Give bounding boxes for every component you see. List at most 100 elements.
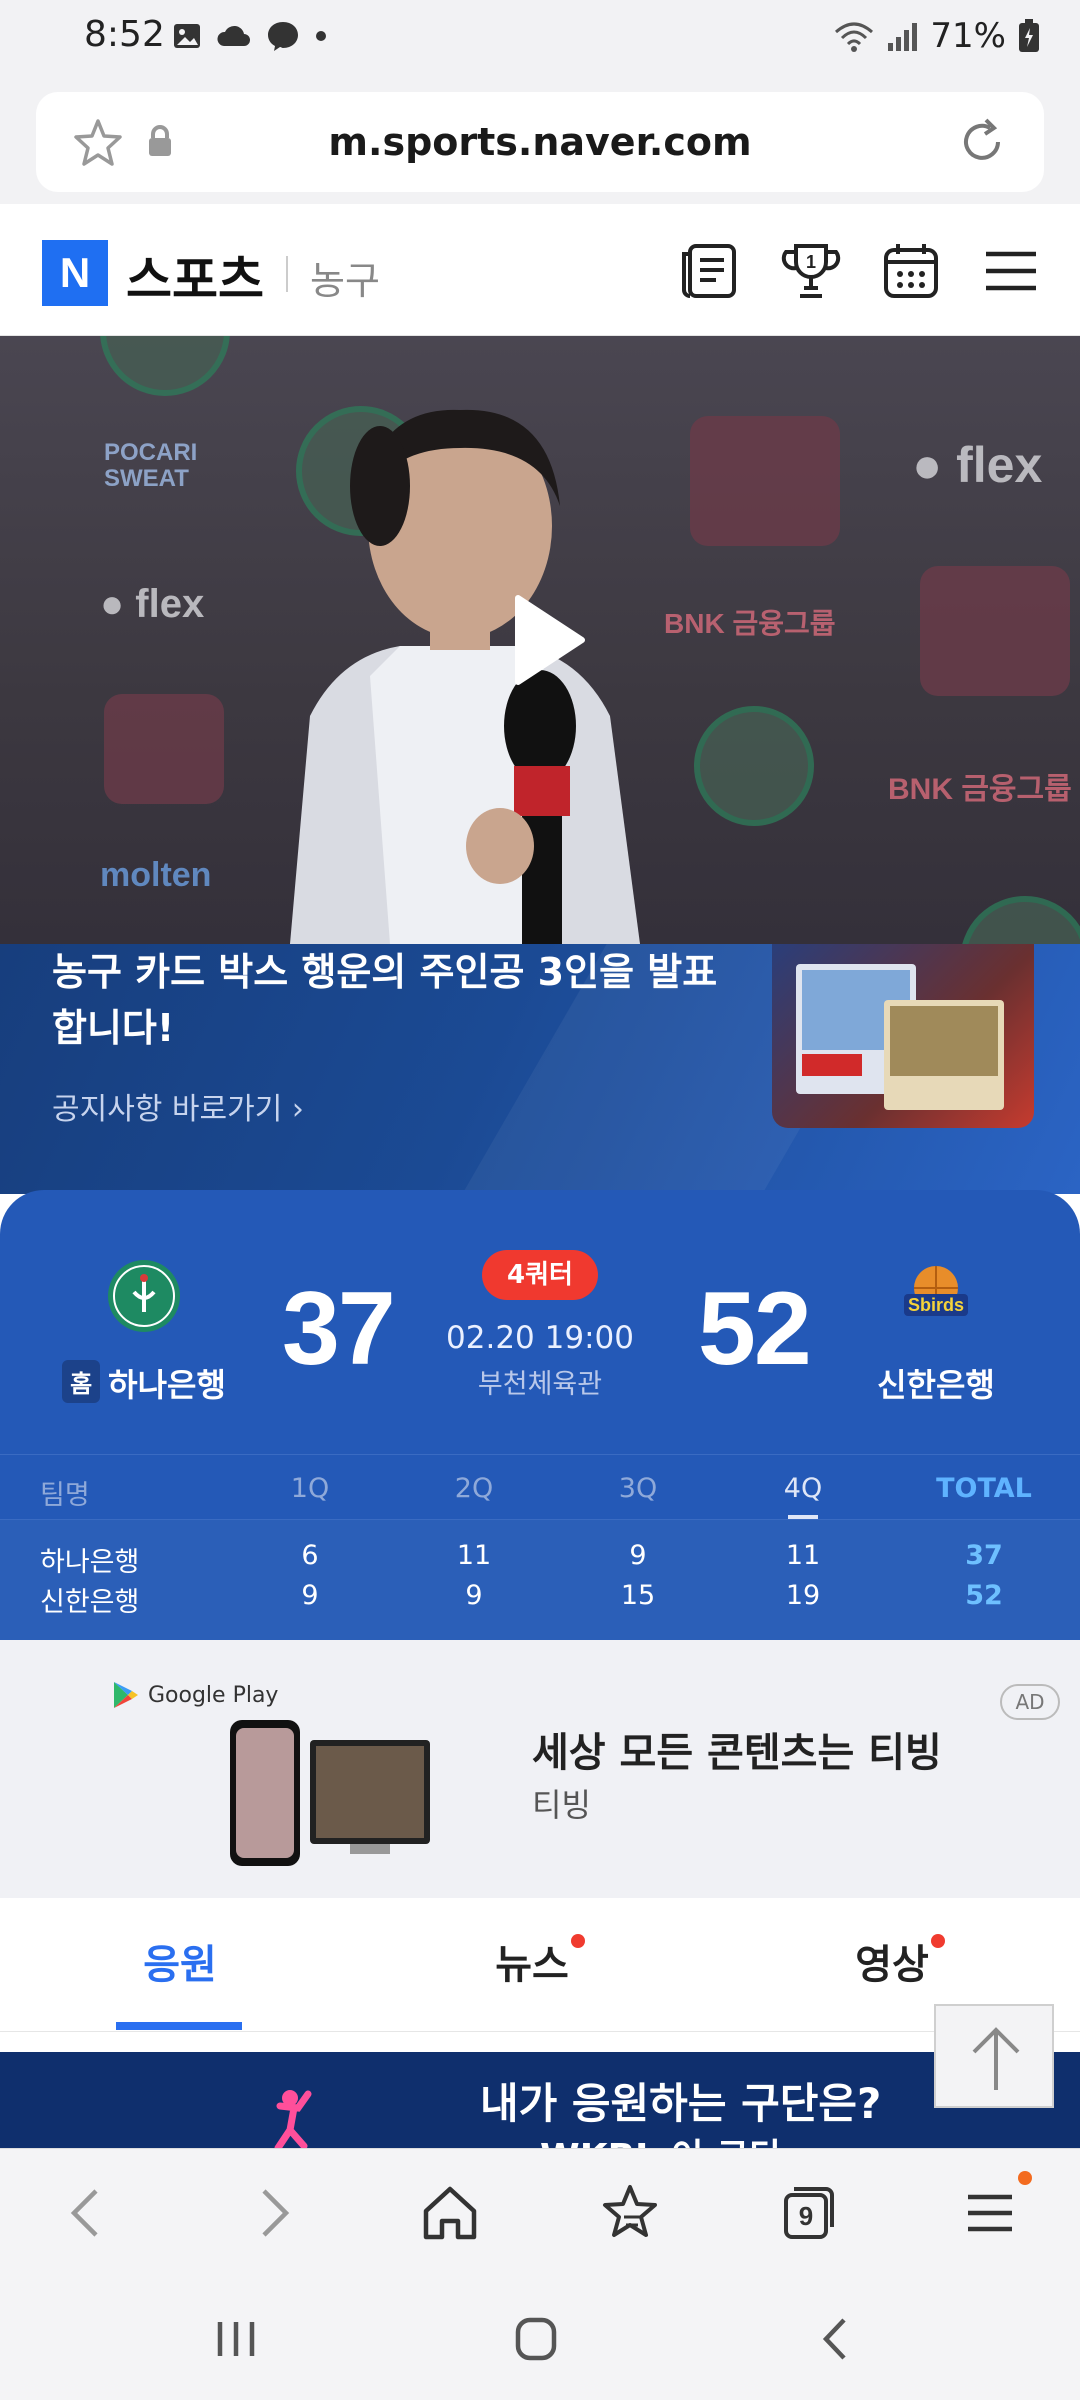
notice-link[interactable]: 공지사항 바로가기 ›	[52, 1084, 304, 1128]
fan-banner[interactable]: 내가 응원하는 구단은? WKBL 이 구단	[0, 2052, 1080, 2148]
header-divider	[286, 256, 288, 292]
news-list-icon[interactable]	[680, 240, 742, 302]
score-cell: 11	[456, 1540, 492, 1571]
tab-cheer[interactable]: 응원	[0, 1932, 360, 1990]
naver-sports-header: N 스포츠 농구 1	[0, 204, 1080, 336]
store-label: Google Play	[148, 1682, 279, 1708]
sponsor-logo	[690, 416, 840, 546]
home-team-name: 하나은행	[108, 1366, 226, 1404]
game-datetime: 02.20 19:00	[446, 1320, 634, 1356]
score-cell: 15	[620, 1580, 656, 1611]
ad-badge[interactable]: AD	[1000, 1684, 1060, 1720]
content-tabs: 응원 뉴스 영상	[0, 1898, 1080, 2032]
svg-text:9: 9	[799, 2201, 813, 2231]
address-bar[interactable]: m.sports.naver.com	[36, 92, 1044, 192]
new-dot-icon	[570, 1934, 585, 1948]
column-header: 2Q	[454, 1473, 494, 1504]
status-bar: 8:52 71%	[0, 0, 1080, 80]
notification-icons	[172, 20, 328, 52]
shinhan-bank-emblem: Sbirds	[904, 1266, 968, 1316]
column-header: 1Q	[290, 1473, 330, 1504]
page-title[interactable]: 스포츠	[126, 240, 264, 312]
current-quarter-indicator	[788, 1515, 818, 1519]
battery-icon	[1019, 19, 1039, 52]
forward-arrow-icon[interactable]	[240, 2181, 304, 2245]
reload-icon[interactable]	[956, 116, 1008, 168]
system-back-icon[interactable]	[806, 2314, 866, 2364]
calendar-icon[interactable]	[880, 240, 942, 302]
home-icon[interactable]	[418, 2181, 482, 2245]
notice-banner[interactable]: 농구 카드 박스 행운의 주인공 3인을 발표합니다! 공지사항 바로가기 ›	[0, 944, 1080, 1194]
game-status-badge: 4쿼터	[482, 1250, 598, 1300]
sponsor-logo	[920, 566, 1070, 696]
banner-title[interactable]: 농구 카드 박스 행운의 주인공 3인을 발표합니다!	[52, 944, 732, 1056]
home-score: 37	[282, 1271, 396, 1387]
score-cell: 9	[301, 1580, 319, 1611]
tab-video[interactable]: 영상	[720, 1932, 1080, 1990]
column-header: 팀명	[40, 1480, 90, 1511]
back-arrow-icon[interactable]	[56, 2181, 120, 2245]
naver-logo[interactable]: N	[42, 240, 108, 306]
google-play-icon	[114, 1682, 138, 1708]
dot-icon	[316, 31, 326, 41]
menu-icon[interactable]	[980, 240, 1042, 302]
active-tab-indicator	[116, 2022, 242, 2030]
bookmarks-star-icon[interactable]	[598, 2181, 662, 2245]
team-cell: 신한은행	[40, 1587, 140, 1618]
section-label[interactable]: 농구	[310, 250, 380, 305]
sponsor-logo: POCARI SWEAT	[104, 439, 198, 492]
away-team-name: 신한은행	[877, 1366, 995, 1404]
hana-bank-emblem	[108, 1260, 180, 1332]
card-box-image	[772, 944, 1034, 1128]
scoreboard[interactable]: 홈 하나은행 37 4쿼터 02.20 19:00 부천체육관 52 Sbirds…	[0, 1190, 1080, 1640]
status-time: 8:52	[84, 14, 165, 55]
tabs-icon[interactable]: 9	[776, 2181, 840, 2245]
home-button-icon[interactable]	[506, 2314, 566, 2364]
svg-text:Sbirds: Sbirds	[908, 1295, 964, 1315]
basketball-player-icon	[274, 2090, 312, 2148]
image-icon	[174, 24, 200, 48]
video-player[interactable]: ● flex ● flex POCARI SWEAT BNK 금융그룹 BNK 금…	[0, 336, 1080, 944]
fan-banner-subtitle: WKBL 이 구단	[540, 2128, 782, 2148]
tab-news[interactable]: 뉴스	[360, 1932, 720, 1990]
column-header: 4Q	[783, 1473, 823, 1504]
away-team[interactable]: Sbirds 신한은행	[826, 1258, 1046, 1406]
quarter-score-table: 팀명 1Q 2Q 3Q 4Q TOTAL 하나은행 6 11 9 11 37 신…	[0, 1454, 1080, 1640]
sponsor-logo: ● flex	[912, 437, 1043, 493]
sponsor-logo: ● flex	[100, 582, 205, 626]
trophy-icon[interactable]: 1	[780, 240, 842, 302]
google-play-label: Google Play	[112, 1680, 278, 1710]
ad-image	[230, 1720, 430, 1866]
game-venue: 부천체육관	[477, 1369, 603, 1400]
sponsor-logo: molten	[100, 856, 212, 894]
column-header: TOTAL	[936, 1473, 1032, 1504]
sponsor-logo: BNK 금융그룹	[664, 608, 836, 639]
score-cell: 6	[301, 1540, 319, 1571]
ad-title[interactable]: 세상 모든 콘텐츠는 티빙	[532, 1720, 942, 1778]
team-cell: 하나은행	[40, 1547, 140, 1578]
tab-label: 응원	[143, 1942, 217, 1988]
play-icon[interactable]	[512, 592, 586, 688]
url-text[interactable]: m.sports.naver.com	[36, 120, 1044, 164]
browser-address-area: m.sports.naver.com	[0, 80, 1080, 204]
away-score: 52	[698, 1271, 812, 1387]
system-nav-bar	[0, 2278, 1080, 2400]
cloud-icon	[217, 25, 250, 46]
score-cell: 9	[629, 1540, 647, 1571]
new-dot-icon	[930, 1934, 945, 1948]
header-icons: 1	[680, 240, 1042, 302]
fan-banner-title: 내가 응원하는 구단은?	[480, 2079, 882, 2128]
score-cell: 11	[785, 1540, 821, 1571]
messenger-icon	[268, 22, 298, 51]
tab-label: 영상	[855, 1942, 929, 1988]
home-team[interactable]: 홈 하나은행	[34, 1258, 254, 1406]
browser-menu-icon[interactable]	[958, 2181, 1022, 2245]
column-header: 3Q	[618, 1473, 658, 1504]
score-cell: 19	[785, 1580, 821, 1611]
scroll-top-button[interactable]	[934, 2004, 1054, 2108]
recent-apps-icon[interactable]	[206, 2314, 266, 2364]
tab-label: 뉴스	[495, 1942, 569, 1988]
sponsor-logo	[694, 706, 814, 826]
table-body: 하나은행 6 11 9 11 37 신한은행 9 9 15 19 52	[0, 1520, 1080, 1640]
advertisement[interactable]: Google Play 세상 모든 콘텐츠는 티빙 티빙 AD	[0, 1640, 1080, 1898]
